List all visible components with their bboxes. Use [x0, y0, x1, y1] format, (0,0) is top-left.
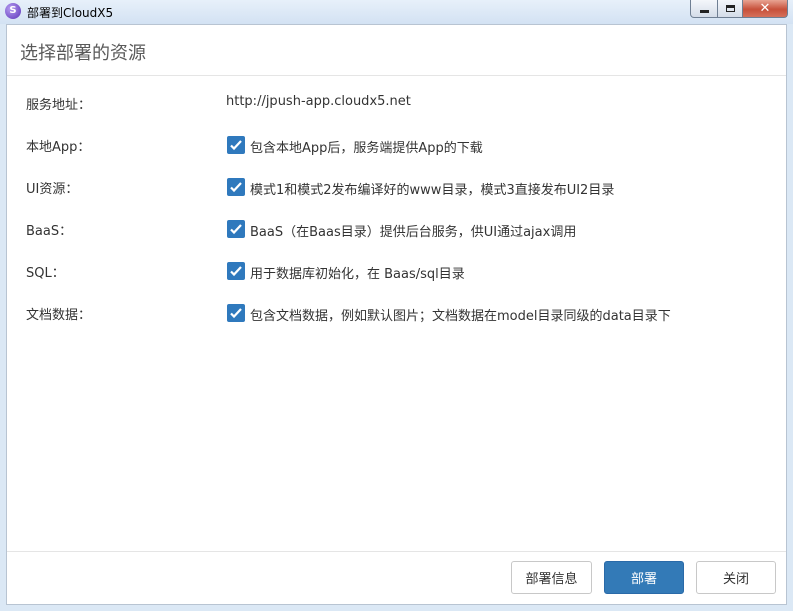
deploy-info-button[interactable]: 部署信息	[511, 561, 592, 594]
option-row-ui-resources: UI资源： 模式1和模式2发布编译好的www目录，模式3直接发布UI2目录	[7, 176, 786, 198]
dialog-title: 选择部署的资源	[20, 43, 146, 64]
sql-checkbox[interactable]	[227, 262, 245, 280]
service-address-value: http://jpush-app.cloudx5.net	[226, 94, 411, 109]
baas-checkbox[interactable]	[227, 220, 245, 238]
window-title: 部署到CloudX5	[27, 6, 114, 20]
option-row-baas: BaaS： BaaS（在Baas目录）提供后台服务，供UI通过ajax调用	[7, 218, 786, 240]
service-address-label: 服务地址：	[26, 98, 92, 113]
option-row-local-app: 本地App： 包含本地App后，服务端提供App的下载	[7, 134, 786, 156]
deploy-button[interactable]: 部署	[604, 561, 684, 594]
checkmark-icon	[230, 224, 242, 235]
checkmark-icon	[230, 266, 242, 277]
window-controls: ✕	[690, 0, 788, 18]
option-label: UI资源：	[26, 182, 79, 197]
maximize-icon	[725, 5, 735, 12]
option-row-document-data: 文档数据： 包含文档数据，例如默认图片；文档数据在model目录同级的data目…	[7, 302, 786, 324]
window-titlebar[interactable]: S 部署到CloudX5 ✕	[0, 0, 793, 24]
option-row-sql: SQL： 用于数据库初始化，在 Baas/sql目录	[7, 260, 786, 282]
dialog-footer: 部署信息 部署 关闭	[7, 551, 786, 605]
app-logo-icon: S	[5, 3, 21, 19]
minimize-button[interactable]	[690, 0, 718, 18]
option-description: BaaS（在Baas目录）提供后台服务，供UI通过ajax调用	[250, 225, 577, 240]
window-close-button[interactable]: ✕	[743, 0, 788, 18]
option-label: SQL：	[26, 266, 65, 281]
dialog-header: 选择部署的资源	[7, 25, 786, 76]
checkmark-icon	[230, 182, 242, 193]
option-description: 包含文档数据，例如默认图片；文档数据在model目录同级的data目录下	[250, 309, 671, 324]
option-description: 模式1和模式2发布编译好的www目录，模式3直接发布UI2目录	[250, 183, 615, 198]
option-label: BaaS：	[26, 224, 73, 239]
option-description: 包含本地App后，服务端提供App的下载	[250, 141, 483, 156]
option-description: 用于数据库初始化，在 Baas/sql目录	[250, 267, 465, 282]
checkmark-icon	[230, 140, 242, 151]
checkmark-icon	[230, 308, 242, 319]
maximize-button[interactable]	[718, 0, 743, 18]
deploy-dialog: 选择部署的资源 服务地址： http://jpush-app.cloudx5.n…	[6, 24, 787, 605]
close-button[interactable]: 关闭	[696, 561, 776, 594]
window-frame-right	[787, 24, 793, 611]
minimize-icon	[699, 10, 709, 13]
ui-resources-checkbox[interactable]	[227, 178, 245, 196]
service-address-row: 服务地址： http://jpush-app.cloudx5.net	[7, 92, 786, 114]
local-app-checkbox[interactable]	[227, 136, 245, 154]
option-label: 文档数据：	[26, 308, 92, 323]
close-icon: ✕	[759, 0, 771, 16]
option-label: 本地App：	[26, 140, 91, 155]
window-frame-bottom	[0, 605, 793, 611]
document-data-checkbox[interactable]	[227, 304, 245, 322]
